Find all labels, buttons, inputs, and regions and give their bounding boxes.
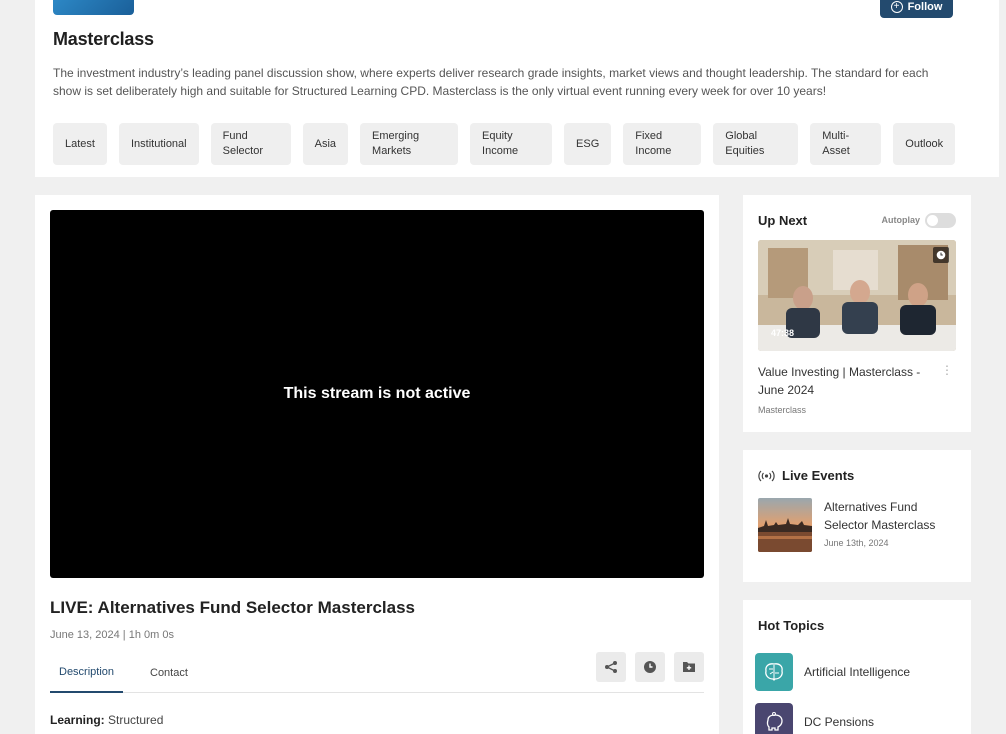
hot-topics-card: Hot Topics Artificial Intelligence DC Pe… xyxy=(743,600,971,734)
live-event-thumbnail[interactable] xyxy=(758,498,812,552)
autoplay-toggle[interactable] xyxy=(925,213,956,228)
up-next-card: Up Next Autoplay 47:38 Value Investing |… xyxy=(743,195,971,432)
clock-icon xyxy=(936,250,946,260)
tag-latest[interactable]: Latest xyxy=(53,123,107,165)
channel-title: Masterclass xyxy=(53,29,154,49)
brain-icon xyxy=(755,653,793,691)
learning-info: Learning: Structured xyxy=(50,713,163,727)
more-options-icon[interactable]: ⋮ xyxy=(941,363,953,377)
video-title: LIVE: Alternatives Fund Selector Masterc… xyxy=(50,598,415,617)
tag-fixed-income[interactable]: Fixed Income xyxy=(623,123,702,165)
video-card: This stream is not active LIVE: Alternat… xyxy=(35,195,719,734)
video-duration: 47:38 xyxy=(771,328,795,338)
tag-outlook[interactable]: Outlook xyxy=(893,123,956,165)
topic-label: DC Pensions xyxy=(804,715,875,729)
tab-contact[interactable]: Contact xyxy=(141,653,197,693)
live-events-card: Live Events Alternatives Fund Selector M… xyxy=(743,450,971,582)
tag-equity-income[interactable]: Equity Income xyxy=(470,123,553,165)
learning-value: Structured xyxy=(108,713,164,727)
tab-description[interactable]: Description xyxy=(50,653,124,693)
channel-description: The investment industry’s leading panel … xyxy=(53,66,929,98)
topic-dc-pensions[interactable]: DC Pensions xyxy=(755,703,874,734)
tag-multi-asset[interactable]: Multi- Asset xyxy=(810,123,882,165)
up-next-channel: Masterclass xyxy=(758,405,807,415)
follow-label: Follow xyxy=(907,0,943,13)
video-meta: June 13, 2024 | 1h 0m 0s xyxy=(50,629,174,641)
watch-later-button[interactable] xyxy=(635,652,665,682)
up-next-thumbnail[interactable]: 47:38 xyxy=(758,240,956,351)
tag-institutional[interactable]: Institutional xyxy=(118,123,199,165)
clock-icon xyxy=(644,661,656,673)
add-folder-icon xyxy=(683,662,695,672)
add-to-folder-button[interactable] xyxy=(674,652,704,682)
watch-later-badge[interactable] xyxy=(933,247,949,263)
video-tabs: Description Contact xyxy=(50,652,704,693)
tag-list: Latest Institutional Fund Selector Asia E… xyxy=(53,123,956,165)
learning-label: Learning: xyxy=(50,713,105,727)
autoplay-label: Autoplay xyxy=(881,215,920,225)
skyline-photo xyxy=(758,498,812,552)
channel-header: + Follow Masterclass The investment indu… xyxy=(35,0,999,177)
share-button[interactable] xyxy=(596,652,626,682)
tag-global-equities[interactable]: Global Equities xyxy=(713,123,799,165)
tag-asia[interactable]: Asia xyxy=(302,123,349,165)
live-events-heading: Live Events xyxy=(782,468,855,483)
topic-label: Artificial Intelligence xyxy=(804,665,911,679)
tag-esg[interactable]: ESG xyxy=(564,123,612,165)
follow-button[interactable]: + Follow xyxy=(880,0,953,18)
hot-topics-heading: Hot Topics xyxy=(758,618,825,633)
plus-circle-icon: + xyxy=(890,0,903,13)
topic-artificial-intelligence[interactable]: Artificial Intelligence xyxy=(755,653,910,691)
piggy-bank-icon xyxy=(755,703,793,734)
channel-logo[interactable] xyxy=(53,0,134,15)
stream-status-message: This stream is not active xyxy=(283,385,471,402)
live-events-header: Live Events xyxy=(758,468,854,483)
up-next-heading: Up Next xyxy=(758,213,808,228)
share-icon xyxy=(605,661,617,673)
up-next-title[interactable]: Value Investing | Masterclass - June 202… xyxy=(758,363,938,399)
broadcast-icon xyxy=(758,470,775,481)
tag-emerging-markets[interactable]: Emerging Markets xyxy=(360,123,459,165)
live-event-date: June 13th, 2024 xyxy=(824,538,889,548)
video-player[interactable]: This stream is not active xyxy=(50,210,704,578)
tag-fund-selector[interactable]: Fund Selector xyxy=(210,123,291,165)
live-event-title[interactable]: Alternatives Fund Selector Masterclass xyxy=(824,498,954,534)
